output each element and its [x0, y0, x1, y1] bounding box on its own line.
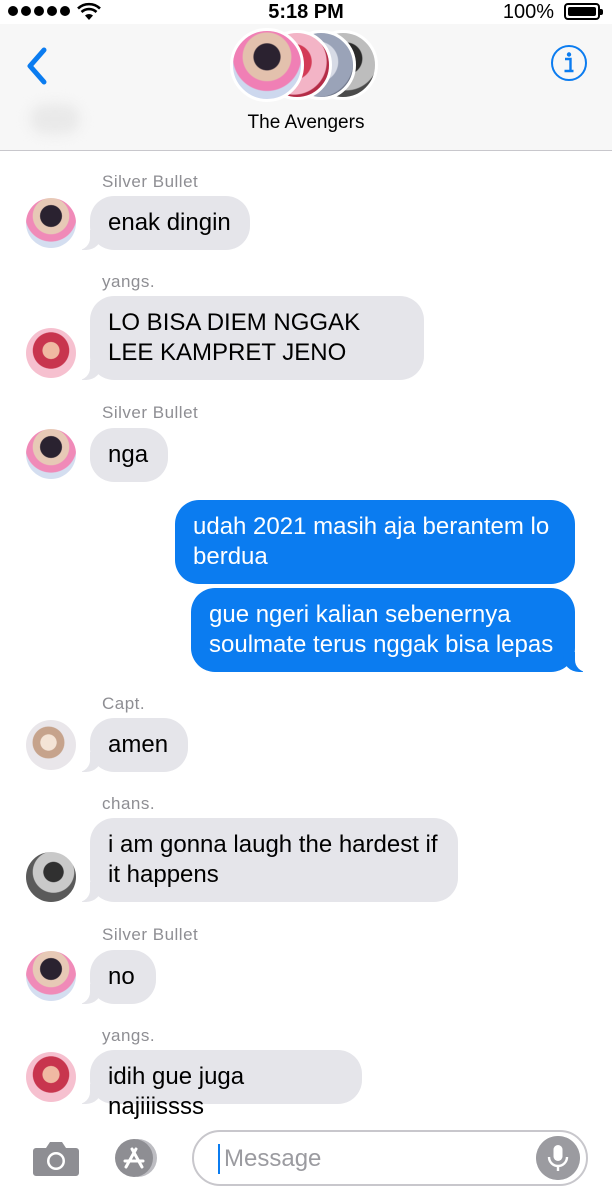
- avatar[interactable]: [26, 951, 76, 1001]
- group-avatar-1: [230, 28, 304, 102]
- avatar[interactable]: [26, 1052, 76, 1102]
- text-caret: [218, 1144, 220, 1174]
- avatar[interactable]: [26, 198, 76, 248]
- microphone-icon[interactable]: [536, 1136, 580, 1180]
- message-bubble[interactable]: idih gue juga najiiissss: [76, 1050, 362, 1120]
- battery-percent: 100%: [502, 1, 554, 23]
- avatar[interactable]: [26, 429, 76, 479]
- sender-name: Silver Bullet: [102, 403, 199, 422]
- sender-name: yangs.: [102, 1026, 156, 1045]
- info-icon[interactable]: [550, 44, 588, 82]
- group-title[interactable]: The Avengers: [0, 112, 612, 134]
- group-avatar-stack[interactable]: [230, 26, 390, 102]
- sender-name: yangs.: [102, 272, 156, 291]
- status-bar: 5:18 PM 100%: [0, 0, 612, 24]
- sender-name: Silver Bullet: [102, 172, 199, 191]
- avatar[interactable]: [26, 720, 76, 770]
- message-bubble[interactable]: i am gonna laugh the hardest if it happe…: [76, 818, 458, 902]
- back-chevron-icon[interactable]: [20, 42, 60, 90]
- message-bubble[interactable]: enak dingin: [76, 196, 250, 250]
- avatar[interactable]: [26, 852, 76, 902]
- sender-name: Silver Bullet: [102, 925, 199, 944]
- battery-icon: [564, 3, 603, 20]
- message-bubble[interactable]: no: [76, 950, 156, 1004]
- message-bubble[interactable]: LO BISA DIEM NGGAK LEE KAMPRET JENO: [76, 296, 424, 380]
- camera-icon[interactable]: [32, 1138, 80, 1178]
- message-bubble[interactable]: nga: [90, 428, 168, 482]
- conversation-header: The Avengers: [0, 24, 612, 151]
- sender-name: Capt.: [102, 694, 146, 713]
- app-store-icon[interactable]: [110, 1136, 166, 1180]
- message-bubble[interactable]: amen: [76, 718, 188, 772]
- message-bubble[interactable]: gue ngeri kalian sebenernya soulmate ter…: [191, 588, 589, 672]
- message-placeholder: Message: [224, 1145, 322, 1172]
- avatar[interactable]: [26, 328, 76, 378]
- message-input[interactable]: Message: [192, 1130, 588, 1186]
- sender-name: chans.: [102, 794, 156, 813]
- message-bubble[interactable]: udah 2021 masih aja berantem lo berdua: [175, 500, 575, 584]
- compose-bar: Message: [0, 1124, 612, 1200]
